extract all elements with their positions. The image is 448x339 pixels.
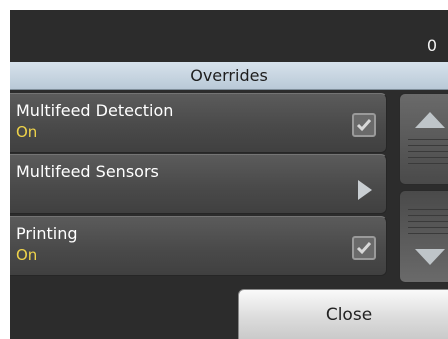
option-value: On	[16, 123, 38, 141]
scroll-down-button[interactable]	[399, 190, 448, 283]
option-row-printing[interactable]: Printing On	[10, 216, 387, 276]
option-row-multifeed-detection[interactable]: Multifeed Detection On	[10, 93, 387, 153]
page-counter: 0	[426, 36, 438, 55]
triangle-up-icon	[415, 112, 445, 128]
grip-line	[408, 215, 448, 216]
grip-line	[408, 227, 448, 228]
close-button[interactable]: Close	[238, 289, 448, 339]
grip-line	[408, 151, 448, 152]
grip-line	[408, 221, 448, 222]
option-label: Printing	[16, 224, 78, 243]
page-title: Overrides	[10, 62, 448, 90]
checkbox-checked-icon[interactable]	[352, 236, 376, 260]
option-value: On	[16, 246, 38, 264]
chevron-right-icon	[358, 180, 372, 200]
grip-line	[408, 145, 448, 146]
overrides-screen: 0 Overrides Multifeed Detection On Multi…	[10, 10, 448, 339]
checkbox-checked-icon[interactable]	[352, 113, 376, 137]
option-label: Multifeed Sensors	[16, 162, 159, 181]
option-row-multifeed-sensors[interactable]: Multifeed Sensors	[10, 154, 387, 214]
grip-line	[408, 209, 448, 210]
grip-line	[408, 157, 448, 158]
grip-line	[408, 233, 448, 234]
grip-line	[408, 139, 448, 140]
triangle-down-icon	[415, 249, 445, 265]
status-bar: 0	[10, 10, 448, 62]
option-label: Multifeed Detection	[16, 101, 174, 120]
scroll-up-button[interactable]	[399, 93, 448, 185]
grip-line	[408, 163, 448, 164]
